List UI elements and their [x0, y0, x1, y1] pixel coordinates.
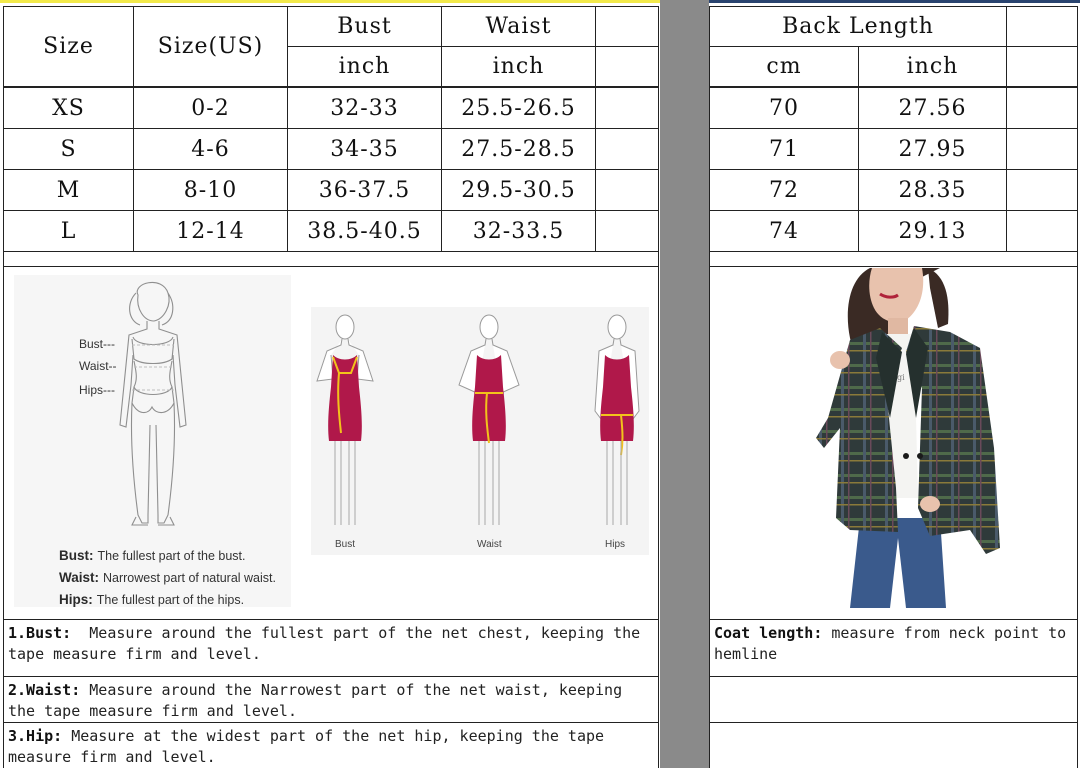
cell-size-us: 12-14	[133, 210, 288, 252]
definition-hips: Hips: The fullest part of the hips.	[59, 592, 245, 607]
cell-bust: 38.5-40.5	[287, 210, 442, 252]
header-empty	[1006, 46, 1078, 87]
definition-bust: Bust: The fullest part of the bust.	[59, 548, 246, 563]
cell-empty	[1006, 87, 1078, 129]
cell-size: XS	[3, 87, 134, 129]
outline-label-hips: Hips---	[79, 383, 115, 397]
cell-waist: 27.5-28.5	[441, 128, 596, 170]
cell-back-cm: 74	[709, 210, 859, 252]
cell-back-inch: 28.35	[858, 169, 1007, 211]
header-size-us: Size(US)	[133, 6, 288, 87]
cell-size: S	[3, 128, 134, 170]
model-coat-photo: Digi	[810, 268, 1005, 608]
caption-waist: Waist	[477, 539, 502, 550]
cell-back-cm: 70	[709, 87, 859, 129]
caption-bust: Bust	[335, 539, 356, 550]
cell-size-us: 0-2	[133, 87, 288, 129]
cell-empty	[1006, 128, 1078, 170]
empty-row	[709, 722, 1078, 768]
outline-label-bust: Bust---	[79, 337, 115, 351]
coat-length-note: Coat length: measure from neck point to …	[709, 619, 1078, 677]
figure-hips	[594, 314, 640, 525]
dress-figures-svg	[316, 314, 640, 525]
cell-waist: 29.5-30.5	[441, 169, 596, 211]
header-bust-unit: inch	[287, 46, 442, 87]
cell-size: M	[3, 169, 134, 211]
header-waist: Waist	[441, 6, 596, 47]
header-empty	[1006, 6, 1078, 47]
cell-back-inch: 29.13	[858, 210, 1007, 252]
cell-bust: 32-33	[287, 87, 442, 129]
definition-waist: Waist: Narrowest part of natural waist.	[59, 570, 276, 585]
cell-back-cm: 72	[709, 169, 859, 211]
cell-size-us: 4-6	[133, 128, 288, 170]
header-back-length: Back Length	[709, 6, 1007, 47]
spacer-row	[709, 251, 1078, 267]
header-empty	[595, 6, 659, 47]
cell-empty	[1006, 210, 1078, 252]
column-divider	[660, 0, 709, 768]
size-chart-panel: Size Size(US) Bust Waist inch inch XS 0-…	[0, 0, 660, 768]
cell-bust: 34-35	[287, 128, 442, 170]
cell-back-inch: 27.56	[858, 87, 1007, 129]
spacer-row	[3, 251, 659, 267]
caption-hips: Hips	[605, 539, 626, 550]
instruction-bust: 1.Bust: Measure around the fullest part …	[3, 619, 659, 677]
instruction-waist: 2.Waist: Measure around the Narrowest pa…	[3, 676, 659, 723]
cell-empty	[1006, 169, 1078, 211]
header-size: Size	[3, 6, 134, 87]
cell-waist: 25.5-26.5	[441, 87, 596, 129]
cell-empty	[595, 210, 659, 252]
cell-back-inch: 27.95	[858, 128, 1007, 170]
cell-back-cm: 71	[709, 128, 859, 170]
cell-size-us: 8-10	[133, 169, 288, 211]
cell-empty	[595, 87, 659, 129]
dress-measuring-figure: Bust Waist Hips	[311, 307, 649, 555]
cell-empty	[595, 128, 659, 170]
cell-empty	[595, 169, 659, 211]
model-photo-svg: Digi	[816, 268, 1000, 608]
figure-bust	[316, 314, 374, 525]
header-empty	[595, 46, 659, 87]
cell-size: L	[3, 210, 134, 252]
figure-waist	[458, 314, 520, 525]
cell-bust: 36-37.5	[287, 169, 442, 211]
header-unit-inch: inch	[858, 46, 1007, 87]
header-bust: Bust	[287, 6, 442, 47]
outline-label-waist: Waist--	[79, 359, 117, 373]
instruction-hip: 3.Hip: Measure at the widest part of the…	[3, 722, 659, 768]
header-unit-cm: cm	[709, 46, 859, 87]
empty-row	[709, 676, 1078, 723]
header-waist-unit: inch	[441, 46, 596, 87]
cell-waist: 32-33.5	[441, 210, 596, 252]
